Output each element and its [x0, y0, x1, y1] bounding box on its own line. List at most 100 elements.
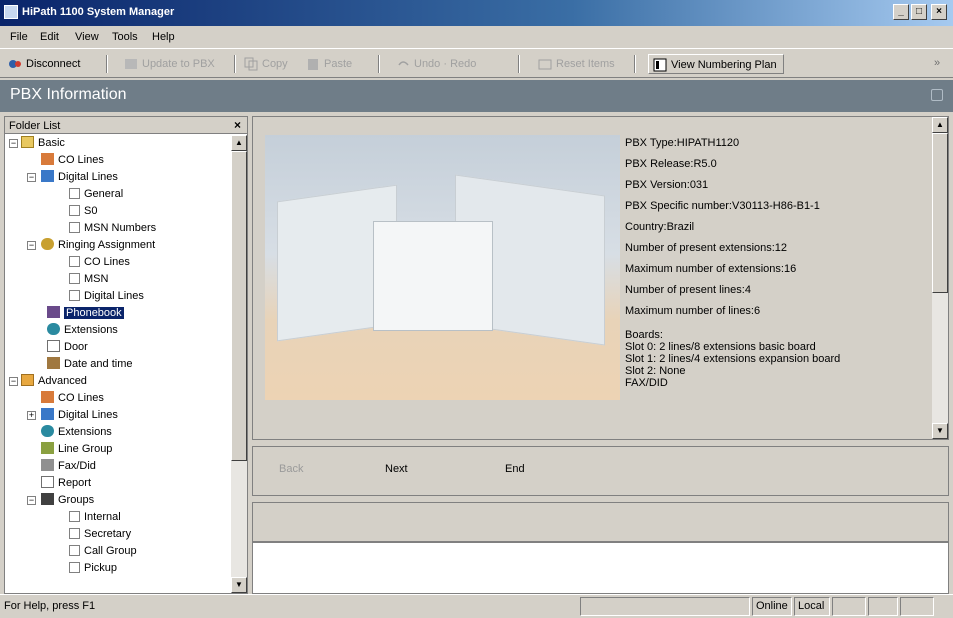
- pbx-info-pane: PBX Type:HIPATH1120 PBX Release:R5.0 PBX…: [252, 116, 949, 440]
- toolbar-overflow-chevron[interactable]: »: [934, 57, 940, 69]
- tree-item-ringing-co-lines[interactable]: CO Lines: [69, 254, 130, 271]
- menu-help[interactable]: Help: [152, 31, 175, 43]
- disconnect-button[interactable]: Disconnect: [8, 54, 80, 74]
- collapse-ringing-icon[interactable]: −: [27, 241, 36, 250]
- folder-list-panel: Folder List × − Basic CO Lines − Digital…: [4, 116, 248, 594]
- extensions-icon: [47, 323, 60, 335]
- info-scrollbar[interactable]: ▲ ▼: [932, 117, 948, 439]
- tree-item-pickup[interactable]: Pickup: [69, 560, 117, 577]
- report-icon: [41, 476, 54, 488]
- tree-item-internal[interactable]: Internal: [69, 509, 121, 526]
- paste-button[interactable]: Paste: [306, 54, 352, 74]
- page-icon: [69, 222, 80, 233]
- tree-item-label: Secretary: [84, 528, 132, 540]
- tree-item-digital-lines[interactable]: Digital Lines: [41, 169, 118, 186]
- numbering-plan-label: View Numbering Plan: [671, 59, 777, 71]
- scroll-up-arrow-icon[interactable]: ▲: [231, 135, 247, 151]
- status-help-text: For Help, press F1: [4, 600, 96, 612]
- tree-item-secretary[interactable]: Secretary: [69, 526, 131, 543]
- tree-item-label: CO Lines: [58, 154, 104, 166]
- next-button[interactable]: Next: [385, 463, 408, 475]
- tree-item-fax-did[interactable]: Fax/Did: [41, 458, 96, 475]
- page-icon: [69, 205, 80, 216]
- collapse-digital-lines-icon[interactable]: −: [27, 173, 36, 182]
- page-icon: [69, 545, 80, 556]
- tree-item-date-and-time[interactable]: Date and time: [47, 356, 132, 373]
- undo-redo-button[interactable]: Undo · Redo: [396, 54, 476, 74]
- folder-scrollbar[interactable]: ▲ ▼: [231, 135, 247, 593]
- tree-item-extensions[interactable]: Extensions: [47, 322, 118, 339]
- folder-icon: [21, 136, 34, 148]
- tree-item-label: Report: [58, 477, 92, 489]
- scroll-thumb[interactable]: [932, 133, 948, 293]
- tree-item-groups[interactable]: Groups: [41, 492, 94, 509]
- collapse-advanced-icon[interactable]: −: [9, 377, 18, 386]
- tree-item-ringing-assignment[interactable]: Ringing Assignment: [41, 237, 155, 254]
- folder-list-close-icon[interactable]: ×: [234, 118, 241, 132]
- collapse-groups-icon[interactable]: −: [27, 496, 36, 505]
- close-button[interactable]: ×: [931, 4, 947, 20]
- update-label: Update to PBX: [142, 58, 215, 70]
- end-button[interactable]: End: [505, 463, 525, 475]
- tree-item-msn-numbers[interactable]: MSN Numbers: [69, 220, 156, 237]
- groups-icon: [41, 493, 54, 505]
- tree-item-s0[interactable]: S0: [69, 203, 97, 220]
- expand-adv-digital-icon[interactable]: +: [27, 411, 36, 420]
- tree-item-basic[interactable]: Basic: [21, 135, 65, 152]
- tree-item-report[interactable]: Report: [41, 475, 91, 492]
- tree-item-co-lines[interactable]: CO Lines: [41, 152, 104, 169]
- toolbar-separator: [378, 55, 380, 73]
- numbering-plan-icon: [653, 58, 667, 72]
- tree-item-ringing-digital-lines[interactable]: Digital Lines: [69, 288, 144, 305]
- status-online: Online: [752, 597, 792, 616]
- status-bar: For Help, press F1 Online Local: [0, 594, 953, 618]
- tree-item-label: Line Group: [58, 443, 113, 455]
- menu-file[interactable]: File: [10, 31, 28, 43]
- toolbar-separator: [234, 55, 236, 73]
- toolbar: Disconnect Update to PBX Copy Paste Undo…: [0, 48, 953, 78]
- board-slot-2: Slot 2: None: [625, 365, 686, 377]
- tree-item-door[interactable]: Door: [47, 339, 88, 356]
- tree-item-adv-co-lines[interactable]: CO Lines: [41, 390, 104, 407]
- tree-item-label: Extensions: [64, 324, 118, 336]
- copy-label: Copy: [262, 58, 288, 70]
- tree-item-label: Internal: [84, 511, 121, 523]
- tree-item-adv-extensions[interactable]: Extensions: [41, 424, 112, 441]
- tree-item-label: Digital Lines: [84, 290, 144, 302]
- scroll-up-arrow-icon[interactable]: ▲: [932, 117, 948, 133]
- pbx-specific-number: PBX Specific number:V30113-H86-B1-1: [625, 200, 820, 212]
- menu-edit[interactable]: Edit: [40, 31, 59, 43]
- minimize-button[interactable]: _: [893, 4, 909, 20]
- update-to-pbx-button[interactable]: Update to PBX: [124, 54, 215, 74]
- scroll-down-arrow-icon[interactable]: ▼: [932, 423, 948, 439]
- tree-item-adv-digital-lines[interactable]: Digital Lines: [41, 407, 118, 424]
- tree-item-phonebook[interactable]: Phonebook: [47, 305, 124, 322]
- tree-item-label: Groups: [58, 494, 95, 506]
- page-icon: [69, 256, 80, 267]
- menu-bar: File Edit View Tools Help: [0, 26, 953, 48]
- tree-item-msn[interactable]: MSN: [69, 271, 108, 288]
- reset-items-button[interactable]: Reset Items: [538, 54, 615, 74]
- menu-view[interactable]: View: [75, 31, 99, 43]
- menu-tools[interactable]: Tools: [112, 31, 138, 43]
- paste-label: Paste: [324, 58, 353, 70]
- max-extensions: Maximum number of extensions:16: [625, 263, 797, 275]
- disconnect-icon: [8, 57, 22, 71]
- back-button[interactable]: Back: [279, 463, 303, 475]
- tree-item-call-group[interactable]: Call Group: [69, 543, 137, 560]
- tree-item-advanced[interactable]: Advanced: [21, 373, 87, 390]
- fax-did: FAX/DID: [625, 377, 668, 389]
- scroll-down-arrow-icon[interactable]: ▼: [231, 577, 247, 593]
- maximize-button[interactable]: □: [911, 4, 927, 20]
- page-icon: [69, 528, 80, 539]
- scroll-thumb[interactable]: [231, 151, 247, 461]
- present-lines: Number of present lines:4: [625, 284, 751, 296]
- collapse-basic-icon[interactable]: −: [9, 139, 18, 148]
- tree-item-general[interactable]: General: [69, 186, 123, 203]
- tree-item-line-group[interactable]: Line Group: [41, 441, 112, 458]
- copy-button[interactable]: Copy: [244, 54, 288, 74]
- view-numbering-plan-button[interactable]: View Numbering Plan: [648, 54, 784, 74]
- max-lines: Maximum number of lines:6: [625, 305, 761, 317]
- tree-item-label: Date and time: [64, 358, 133, 370]
- header-info-icon: [931, 89, 943, 101]
